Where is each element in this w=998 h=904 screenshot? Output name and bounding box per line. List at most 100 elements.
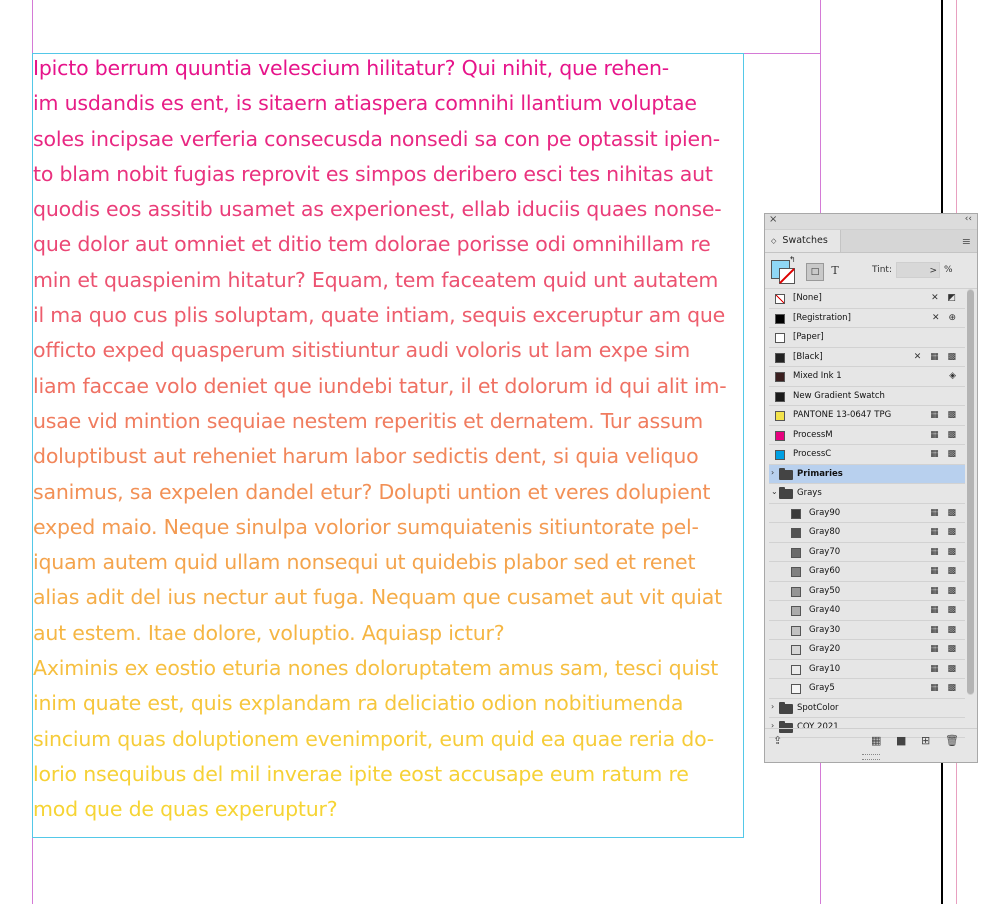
swatch-row[interactable]: ProcessM ▦ ▩ — [769, 426, 965, 445]
swatch-type-icons: ▦ ▩ — [930, 683, 959, 693]
scrollbar-thumb[interactable] — [967, 290, 974, 694]
swatch-row[interactable]: Gray60 ▦ ▩ — [769, 562, 965, 582]
swatch-label: Mixed Ink 1 — [793, 371, 842, 381]
folder-icon — [779, 467, 793, 480]
swatch-label: SpotColor — [797, 702, 839, 713]
swatch-row[interactable]: Gray90 ▦ ▩ — [769, 504, 965, 523]
disclosure-icon[interactable]: ⌄ — [771, 487, 778, 496]
swatch-label: Gray10 — [809, 663, 841, 674]
stroke-swatch-box[interactable] — [779, 268, 795, 284]
swatch-chip — [791, 684, 801, 694]
swatch-type-icons: ▦ ▩ — [930, 566, 959, 576]
panel-titlebar: × ‹‹ — [765, 214, 977, 230]
swatch-type-icons: ▦ ▩ — [930, 644, 959, 654]
swatch-row[interactable]: Gray80 ▦ ▩ — [769, 523, 965, 543]
text-line: min et quaspienim hitatur? Equam, tem fa… — [33, 267, 719, 292]
swatch-type-icons: ▦ ▩ — [930, 507, 959, 518]
panel-menu-icon[interactable]: ≡ — [962, 235, 971, 248]
delete-swatch-icon[interactable]: 🗑 — [945, 734, 959, 747]
swatch-chip — [791, 645, 801, 655]
text-line: Aximinis ex eostio eturia nones dolorupt… — [33, 656, 719, 681]
new-color-group-icon[interactable]: ■ — [896, 734, 906, 747]
swatch-row[interactable]: [Paper] — [769, 328, 965, 348]
formatting-container-button[interactable]: □ — [806, 263, 824, 281]
swatch-type-icons: ▦ ▩ — [930, 546, 959, 557]
swatch-label: Gray20 — [809, 644, 841, 654]
formatting-text-button[interactable]: T — [827, 263, 843, 279]
swatch-label: [Paper] — [793, 332, 824, 342]
swatch-type-icons: ✕ ◩ — [931, 293, 959, 303]
swatch-row[interactable]: New Gradient Swatch — [769, 387, 965, 406]
disclosure-icon[interactable]: › — [771, 468, 774, 477]
show-swatch-kinds-icon[interactable]: ▦ — [871, 734, 881, 747]
text-line: usae vid mintion sequiae nestem reperiti… — [33, 408, 704, 433]
swatch-chip — [791, 567, 801, 577]
swatch-row[interactable]: [Registration] ✕ ⊕ — [769, 309, 965, 328]
swatch-label: [Black] — [793, 351, 823, 362]
swatch-label: Gray50 — [809, 585, 841, 596]
swatch-row[interactable]: ProcessC ▦ ▩ — [769, 445, 965, 465]
folder-icon — [779, 487, 793, 499]
swatch-chip — [791, 625, 801, 636]
swatch-row[interactable]: › SpotColor — [769, 699, 965, 718]
swatch-type-icons: ▦ ▩ — [930, 449, 959, 459]
collapse-icon[interactable]: ‹‹ — [965, 214, 972, 224]
tab-swatches-label: Swatches — [782, 235, 828, 246]
swatch-type-icons: ▦ ▩ — [930, 410, 959, 420]
swatch-row[interactable]: › Primaries — [769, 464, 965, 484]
swatch-type-icons: ◈ — [949, 371, 959, 381]
swatch-chip — [775, 372, 785, 382]
swatch-chip — [775, 313, 785, 324]
swatch-row[interactable]: [Black] ✕ ▦ ▩ — [769, 348, 965, 367]
tint-input[interactable]: > — [896, 262, 940, 278]
text-line: alias adit del ius nectur aut fuga. Nequ… — [33, 585, 723, 610]
swatch-chip — [791, 528, 801, 538]
swatch-chip — [775, 391, 785, 402]
swatch-chip — [775, 333, 785, 343]
swap-fill-stroke-icon[interactable]: ↰ — [789, 255, 796, 264]
new-swatch-icon[interactable]: ⊞ — [921, 734, 930, 747]
swatch-row[interactable]: Gray10 ▦ ▩ — [769, 660, 965, 679]
swatch-row[interactable]: Gray40 ▦ ▩ — [769, 601, 965, 621]
swatch-row[interactable]: Gray70 ▦ ▩ — [769, 543, 965, 562]
swatch-row[interactable]: Gray20 ▦ ▩ — [769, 640, 965, 660]
tab-swatches[interactable]: ◇ Swatches — [765, 230, 841, 252]
text-line: que dolor aut omniet et ditio tem dolora… — [33, 232, 711, 257]
text-line: quodis eos assitib usamet as experionest… — [33, 197, 722, 222]
text-line: lorio nsequibus del mil inverae ipite eo… — [33, 761, 689, 786]
swatch-chip — [791, 547, 801, 558]
text-line: Ipicto berrum quuntia velescium hilitatu… — [33, 56, 669, 80]
tint-unit: % — [944, 265, 953, 275]
panel-tabbar: ◇ Swatches ≡ — [765, 230, 977, 253]
swatch-row[interactable]: ⌄ Grays — [769, 484, 965, 504]
swatch-label: Grays — [797, 488, 822, 498]
swatch-label: ProcessM — [793, 429, 833, 440]
text-line: iquam autem quid ullam nonsequi ut quide… — [33, 550, 696, 575]
text-line: exped maio. Neque sinulpa volorior sumqu… — [33, 514, 699, 539]
text-line: il ma quo cus plis soluptam, quate intia… — [33, 303, 726, 328]
swatch-row[interactable]: PANTONE 13-0647 TPG ▦ ▩ — [769, 406, 965, 426]
swatch-row[interactable]: Mixed Ink 1 ◈ — [769, 367, 965, 387]
swatch-type-icons: ▦ ▩ — [930, 624, 959, 635]
swatch-label: Gray40 — [809, 605, 841, 615]
swatch-row[interactable]: Gray50 ▦ ▩ — [769, 582, 965, 601]
disclosure-icon[interactable]: › — [771, 702, 774, 711]
tint-arrow-icon[interactable]: > — [929, 266, 937, 276]
panel-resize-grip[interactable] — [862, 754, 880, 760]
swatch-label: Primaries — [797, 468, 843, 479]
panel-bottom-bar: ⇪ ▦ ■ ⊞ 🗑 — [765, 728, 977, 753]
swatch-row[interactable]: Gray30 ▦ ▩ — [769, 621, 965, 640]
swatch-chip — [791, 606, 801, 616]
swatch-row[interactable]: Gray5 ▦ ▩ — [769, 679, 965, 699]
swatch-label: New Gradient Swatch — [793, 390, 885, 401]
import-swatches-icon[interactable]: ⇪ — [773, 734, 782, 747]
swatch-chip — [775, 352, 785, 363]
swatch-chip — [775, 294, 785, 304]
close-icon[interactable]: × — [769, 214, 777, 225]
swatch-label: Gray60 — [809, 566, 841, 576]
text-line: im usdandis es ent, is sitaern atiaspera… — [33, 91, 697, 116]
body-text[interactable]: Ipicto berrum quuntia velescium hilitatu… — [33, 51, 745, 828]
text-line: soles incipsae verferia consecusda nonse… — [33, 126, 720, 151]
swatch-row[interactable]: [None] ✕ ◩ — [769, 289, 965, 309]
swatch-label: Gray5 — [809, 683, 835, 693]
